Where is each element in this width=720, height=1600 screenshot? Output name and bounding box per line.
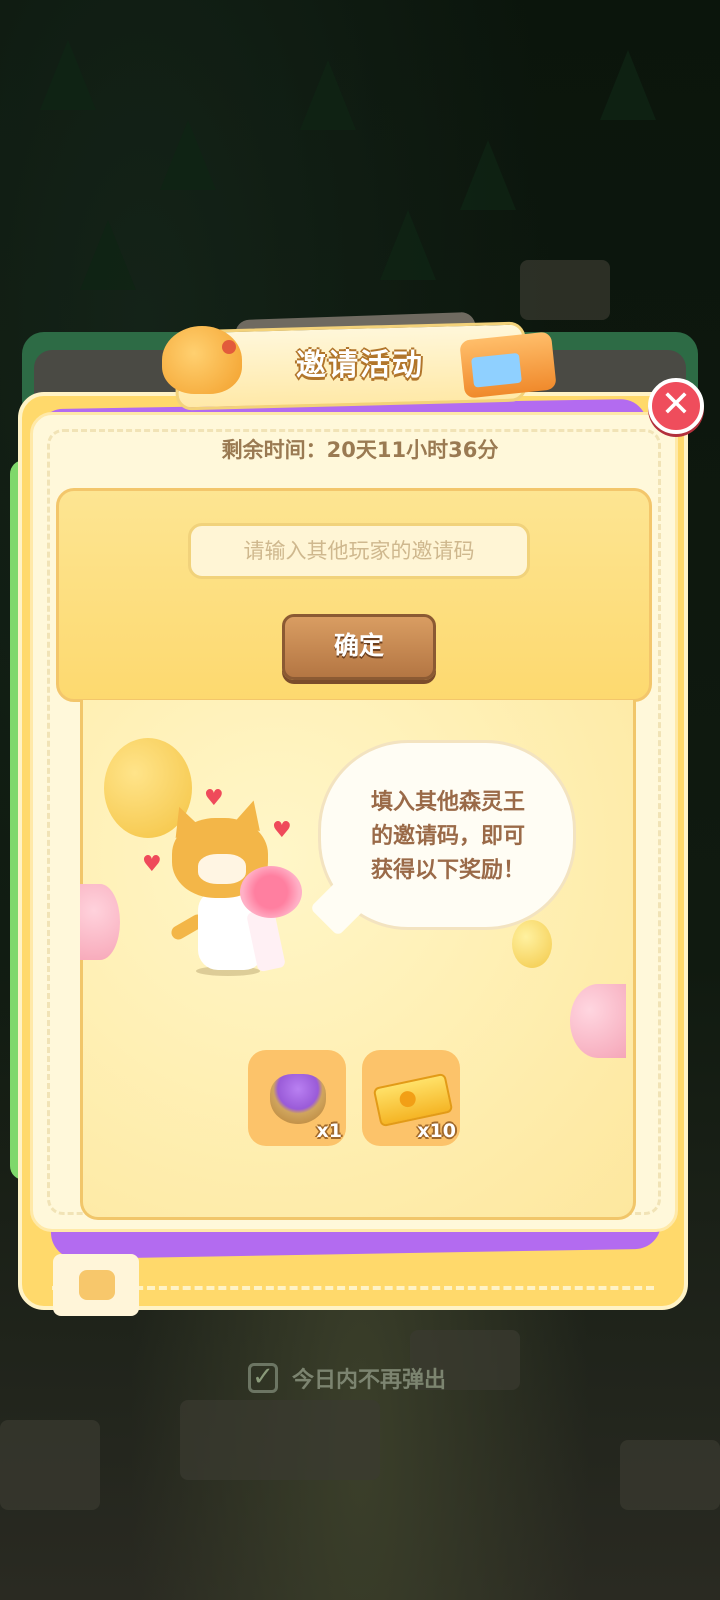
reward-item-ticket[interactable]: x10 [362, 1050, 460, 1146]
balloon-icon [570, 984, 626, 1058]
heart-icon: ♥ [272, 818, 292, 843]
reward-description-line: 获得以下奖励！ [370, 858, 525, 883]
heart-icon: ♥ [142, 852, 162, 877]
cat-face [198, 854, 246, 884]
reward-description-line: 填入其他森灵王 [370, 790, 525, 815]
remaining-time: 剩余时间：20天11小时36分 [221, 438, 499, 462]
balloon-icon [512, 920, 552, 968]
reward-count: x10 [417, 1120, 456, 1142]
no-show-label: 今日内不再弹出 [292, 1368, 447, 1393]
reward-item-flower-basket[interactable]: x1 [248, 1050, 346, 1146]
cat-tab-icon [79, 1270, 115, 1300]
balloon-icon [80, 884, 120, 960]
confirm-button[interactable]: 确定 [282, 614, 436, 680]
invite-code-input[interactable] [188, 523, 530, 579]
no-show-today-toggle[interactable]: ✓ 今日内不再弹出 [248, 1362, 446, 1394]
reward-description-line: 的邀请码，即可 [370, 824, 525, 849]
heart-icon: ♥ [204, 786, 224, 811]
no-show-checkbox[interactable]: ✓ [248, 1363, 278, 1393]
reward-count: x1 [316, 1120, 342, 1142]
tab-cat[interactable] [53, 1254, 139, 1316]
reward-description: 填入其他森灵王 的邀请码，即可 获得以下奖励！ [338, 786, 558, 888]
bouquet-icon [240, 866, 302, 918]
close-button[interactable]: ✕ [648, 378, 704, 434]
flower-basket-icon [270, 1074, 326, 1124]
popup-title: 邀请活动 [296, 348, 424, 383]
